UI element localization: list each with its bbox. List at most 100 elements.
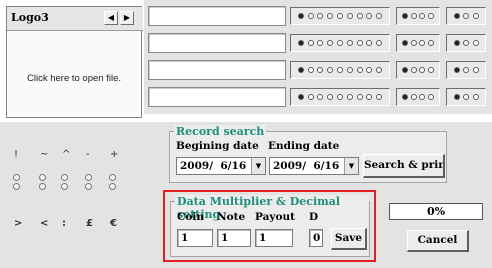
end-date-picker[interactable]: 2009/ 6/16 ▼ <box>269 157 359 175</box>
search-print-button[interactable]: Search & print <box>363 154 445 178</box>
radio-button[interactable] <box>346 13 353 19</box>
radio-button[interactable] <box>419 13 426 19</box>
symbol-option[interactable]: £ <box>86 218 93 229</box>
radio-button[interactable] <box>366 40 373 46</box>
text-field-1[interactable] <box>148 6 286 26</box>
radio-button[interactable] <box>356 13 363 19</box>
radio-button[interactable] <box>472 40 479 46</box>
radio-button[interactable] <box>410 13 417 19</box>
radio-button[interactable] <box>327 94 334 100</box>
radio-button[interactable] <box>336 40 343 46</box>
radio-button[interactable] <box>85 183 92 190</box>
radio-button[interactable] <box>402 67 409 73</box>
radio-button[interactable] <box>427 13 434 19</box>
radio-button[interactable] <box>317 13 324 19</box>
radio-button[interactable] <box>376 94 383 100</box>
radio-button[interactable] <box>356 40 363 46</box>
radio-button[interactable] <box>419 67 426 73</box>
open-file-prompt[interactable]: Click here to open file. <box>7 73 141 84</box>
coin-input[interactable]: 1 <box>177 229 213 247</box>
symbol-option[interactable]: + <box>110 149 118 160</box>
radio-button[interactable] <box>376 13 383 19</box>
symbol-option[interactable]: ! <box>14 149 18 160</box>
radio-button[interactable] <box>297 94 304 100</box>
radio-button[interactable] <box>307 13 314 19</box>
radio-button[interactable] <box>327 13 334 19</box>
radio-button[interactable] <box>366 13 373 19</box>
decimal-input[interactable]: 0 <box>309 229 323 247</box>
symbol-option[interactable]: < <box>40 218 48 229</box>
radio-button[interactable] <box>327 40 334 46</box>
radio-button[interactable] <box>109 174 116 181</box>
radio-button[interactable] <box>472 67 479 73</box>
logo-panel[interactable]: Logo3 ◀ ▶ Click here to open file. <box>6 6 143 118</box>
radio-button[interactable] <box>39 174 46 181</box>
radio-button[interactable] <box>453 40 460 46</box>
radio-button[interactable] <box>376 67 383 73</box>
radio-button[interactable] <box>463 13 469 19</box>
radio-button[interactable] <box>366 67 373 73</box>
prev-logo-button[interactable]: ◀ <box>104 11 118 25</box>
radio-button[interactable] <box>307 94 314 100</box>
radio-button[interactable] <box>376 40 383 46</box>
radio-button[interactable] <box>13 183 20 190</box>
cancel-button[interactable]: Cancel <box>407 230 469 252</box>
symbol-option[interactable]: ^ <box>62 149 70 160</box>
radio-button[interactable] <box>336 13 343 19</box>
radio-button[interactable] <box>85 174 92 181</box>
radio-button[interactable] <box>327 67 334 73</box>
radio-button[interactable] <box>453 67 460 73</box>
radio-button[interactable] <box>427 67 434 73</box>
radio-button[interactable] <box>109 183 116 190</box>
radio-button[interactable] <box>463 94 469 100</box>
radio-button[interactable] <box>410 94 417 100</box>
radio-button[interactable] <box>402 13 409 19</box>
radio-button[interactable] <box>463 40 469 46</box>
note-input[interactable]: 1 <box>217 229 251 247</box>
next-logo-button[interactable]: ▶ <box>120 11 134 25</box>
end-date-dropdown[interactable]: ▼ <box>344 158 358 174</box>
radio-button[interactable] <box>472 94 479 100</box>
radio-button[interactable] <box>427 40 434 46</box>
radio-button[interactable] <box>346 67 353 73</box>
symbol-option[interactable]: ~ <box>40 149 48 160</box>
begin-date-dropdown[interactable]: ▼ <box>251 158 265 174</box>
radio-button[interactable] <box>13 174 20 181</box>
radio-button[interactable] <box>453 13 460 19</box>
payout-input[interactable]: 1 <box>255 229 293 247</box>
save-button[interactable]: Save <box>331 228 367 250</box>
radio-button[interactable] <box>472 13 479 19</box>
radio-button[interactable] <box>307 40 314 46</box>
begin-date-picker[interactable]: 2009/ 6/16 ▼ <box>176 157 266 175</box>
radio-button[interactable] <box>410 40 417 46</box>
radio-button[interactable] <box>366 94 373 100</box>
symbol-option[interactable]: - <box>86 149 90 160</box>
symbol-option[interactable]: > <box>14 218 22 229</box>
radio-button[interactable] <box>39 183 46 190</box>
text-field-2[interactable] <box>148 33 286 53</box>
text-field-4[interactable] <box>148 87 286 107</box>
logo-tab[interactable]: Logo3 ◀ ▶ <box>7 7 143 31</box>
radio-button[interactable] <box>419 94 426 100</box>
radio-button[interactable] <box>297 13 304 19</box>
radio-button[interactable] <box>419 40 426 46</box>
symbol-option[interactable]: € <box>110 218 117 229</box>
radio-button[interactable] <box>61 183 68 190</box>
radio-button[interactable] <box>402 40 409 46</box>
radio-button[interactable] <box>317 94 324 100</box>
radio-button[interactable] <box>356 67 363 73</box>
radio-button[interactable] <box>336 67 343 73</box>
radio-button[interactable] <box>297 40 304 46</box>
radio-button[interactable] <box>453 94 460 100</box>
text-field-3[interactable] <box>148 60 286 80</box>
radio-button[interactable] <box>297 67 304 73</box>
radio-button[interactable] <box>346 40 353 46</box>
radio-button[interactable] <box>463 67 469 73</box>
radio-button[interactable] <box>402 94 409 100</box>
radio-button[interactable] <box>307 67 314 73</box>
radio-button[interactable] <box>410 67 417 73</box>
radio-button[interactable] <box>346 94 353 100</box>
radio-button[interactable] <box>427 94 434 100</box>
radio-button[interactable] <box>336 94 343 100</box>
radio-button[interactable] <box>61 174 68 181</box>
